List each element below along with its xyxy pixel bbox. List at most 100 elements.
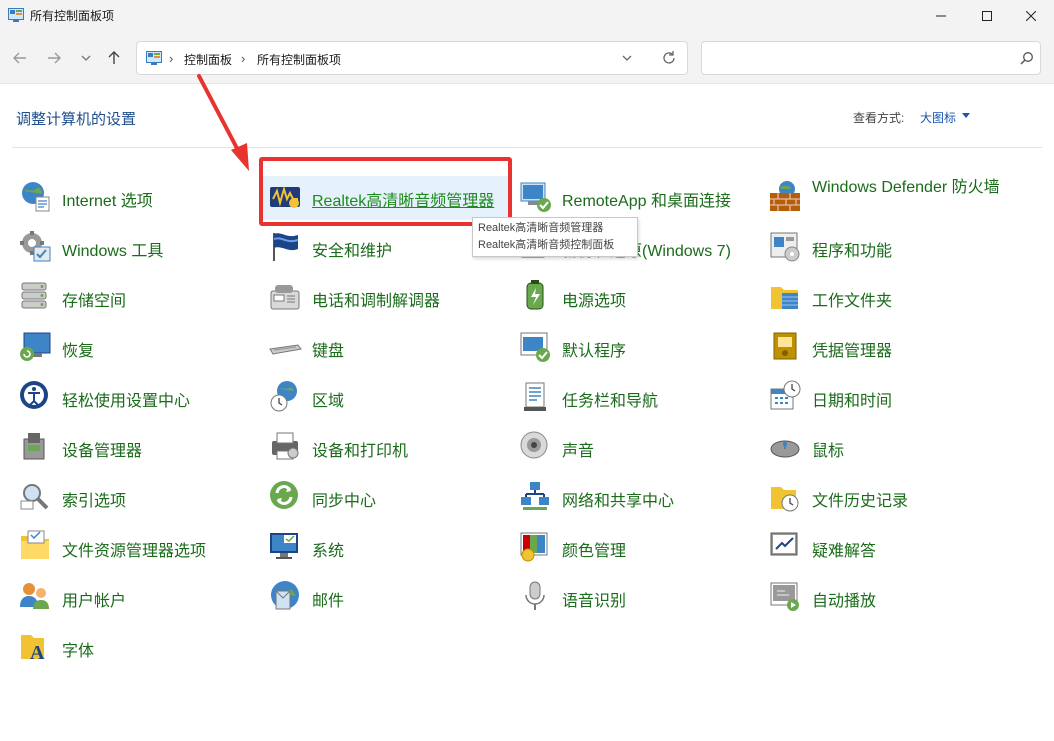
control-panel-item-label: 用户帐户 — [62, 593, 127, 610]
control-panel-item-label: 自动播放 — [812, 593, 877, 610]
breadcrumb-control-panel[interactable]: 控制面板 — [184, 51, 232, 68]
tooltip-description: Realtek高清晰音频控制面板 — [478, 239, 615, 251]
refresh-icon[interactable] — [661, 50, 677, 66]
remoteapp-icon — [520, 182, 551, 212]
control-panel-item-label: 颜色管理 — [562, 543, 627, 560]
address-bar[interactable]: › 控制面板 › 所有控制面板项 — [136, 41, 688, 75]
color-management-icon — [520, 532, 548, 562]
control-panel-item-label: 文件资源管理器选项 — [62, 543, 207, 560]
control-panel-item-label: 邮件 — [312, 593, 345, 610]
user-accounts-icon — [20, 583, 49, 609]
control-panel-item[interactable]: 任务栏和导航 — [518, 377, 758, 417]
control-panel-item[interactable]: 恢复 — [18, 327, 258, 367]
control-panel-item[interactable]: 电源选项 — [518, 277, 758, 317]
chevron-right-icon[interactable]: › — [169, 51, 173, 66]
control-panel-item[interactable]: 文件历史记录 — [768, 477, 1008, 517]
control-panel-item[interactable]: Windows Defender 防火墙 — [768, 177, 1018, 217]
control-panel-item-label: 疑难解答 — [812, 543, 877, 560]
control-panel-item-label: 键盘 — [312, 343, 345, 360]
close-icon — [1026, 11, 1036, 21]
control-panel-item[interactable]: 存储空间 — [18, 277, 258, 317]
control-panel-item[interactable]: 用户帐户 — [18, 577, 258, 617]
sound-icon — [520, 431, 548, 459]
datetime-icon — [770, 380, 801, 410]
control-panel-item[interactable]: Windows 工具 — [18, 227, 258, 267]
control-panel-item[interactable]: 默认程序 — [518, 327, 758, 367]
control-panel-item[interactable]: 凭据管理器 — [768, 327, 1008, 367]
control-panel-item[interactable]: 疑难解答 — [768, 527, 1008, 567]
title-bar: 所有控制面板项 — [0, 0, 1054, 32]
view-by-dropdown[interactable]: 大图标 — [920, 109, 956, 126]
control-panel-item[interactable]: 电话和调制解调器 — [268, 277, 508, 317]
control-panel-item[interactable]: 文件资源管理器选项 — [18, 527, 258, 567]
control-panel-item[interactable]: 声音 — [518, 427, 758, 467]
control-panel-item[interactable]: 邮件 — [268, 577, 508, 617]
control-panel-item[interactable]: 程序和功能 — [768, 227, 1008, 267]
control-panel-item[interactable]: 鼠标 — [768, 427, 1008, 467]
up-button[interactable] — [102, 46, 126, 70]
back-button[interactable] — [8, 46, 32, 70]
control-panel-icon — [8, 8, 24, 22]
back-arrow-icon — [13, 52, 26, 64]
chevron-right-icon[interactable]: › — [241, 51, 245, 66]
control-panel-item-label: 电话和调制解调器 — [312, 293, 441, 310]
tooltip-title: Realtek高清晰音频管理器 — [478, 222, 604, 234]
control-panel-item[interactable]: 语音识别 — [518, 577, 758, 617]
maximize-button[interactable] — [964, 0, 1010, 32]
control-panel-item[interactable]: 设备管理器 — [18, 427, 258, 467]
control-panel-item-label: 语音识别 — [562, 593, 627, 610]
control-panel-item-label: 系统 — [312, 543, 345, 560]
control-panel-item[interactable]: 工作文件夹 — [768, 277, 1008, 317]
forward-arrow-icon — [48, 52, 61, 64]
control-panel-window: 所有控制面板项 › 控制面板 › 所有控制面板项 调整计算机的设置 查看方式: … — [0, 0, 1054, 741]
control-panel-item-label: 任务栏和导航 — [562, 393, 659, 410]
control-panel-item[interactable]: 日期和时间 — [768, 377, 1008, 417]
work-folders-icon — [771, 287, 798, 309]
control-panel-item[interactable]: A 字体 — [18, 627, 258, 667]
tooltip: Realtek高清晰音频管理器 Realtek高清晰音频控制面板 — [472, 217, 638, 257]
internet-options-icon — [22, 182, 50, 212]
forward-button[interactable] — [42, 46, 66, 70]
breadcrumb-all-items[interactable]: 所有控制面板项 — [257, 51, 341, 68]
storage-icon — [21, 282, 47, 309]
recovery-icon — [20, 332, 51, 361]
highlight-annotation-box — [259, 157, 512, 226]
search-icon — [1020, 52, 1033, 65]
sync-icon — [270, 481, 298, 509]
control-panel-item[interactable]: 同步中心 — [268, 477, 508, 517]
control-panel-item-label: 日期和时间 — [812, 393, 893, 410]
control-panel-item-label: 安全和维护 — [312, 243, 393, 260]
control-panel-item[interactable]: Internet 选项 — [18, 177, 258, 217]
view-by-label: 查看方式: — [853, 111, 905, 125]
fonts-icon: A — [21, 635, 45, 663]
control-panel-item[interactable]: 索引选项 — [18, 477, 258, 517]
recent-locations-button[interactable] — [74, 46, 98, 70]
control-panel-item[interactable]: 颜色管理 — [518, 527, 758, 567]
chevron-down-icon[interactable] — [621, 51, 633, 65]
control-panel-item[interactable]: 键盘 — [268, 327, 508, 367]
up-arrow-icon — [108, 51, 120, 64]
control-panel-item-label: 设备和打印机 — [312, 443, 409, 460]
control-panel-item-label: 恢复 — [62, 343, 95, 360]
control-panel-item[interactable]: 系统 — [268, 527, 508, 567]
minimize-button[interactable] — [918, 0, 964, 32]
control-panel-item-label: 默认程序 — [562, 343, 627, 360]
control-panel-item-label: Windows Defender 防火墙 — [812, 179, 1000, 196]
network-icon — [521, 482, 549, 510]
credential-icon — [773, 332, 797, 360]
ease-of-access-icon — [20, 381, 48, 409]
divider — [12, 147, 1042, 148]
control-panel-item-label: 设备管理器 — [62, 443, 143, 460]
keyboard-icon — [269, 344, 302, 355]
control-panel-item[interactable]: 自动播放 — [768, 577, 1008, 617]
control-panel-item-label: 电源选项 — [562, 293, 627, 310]
control-panel-item[interactable]: 设备和打印机 — [268, 427, 508, 467]
control-panel-item[interactable]: 区域 — [268, 377, 508, 417]
control-panel-item[interactable]: 轻松使用设置中心 — [18, 377, 258, 417]
caret-down-icon[interactable] — [962, 113, 970, 118]
control-panel-item[interactable]: 网络和共享中心 — [518, 477, 758, 517]
search-input[interactable] — [701, 41, 1041, 75]
control-panel-item[interactable]: RemoteApp 和桌面连接 — [518, 177, 758, 217]
close-button[interactable] — [1008, 0, 1054, 32]
phone-modem-icon — [270, 285, 300, 310]
